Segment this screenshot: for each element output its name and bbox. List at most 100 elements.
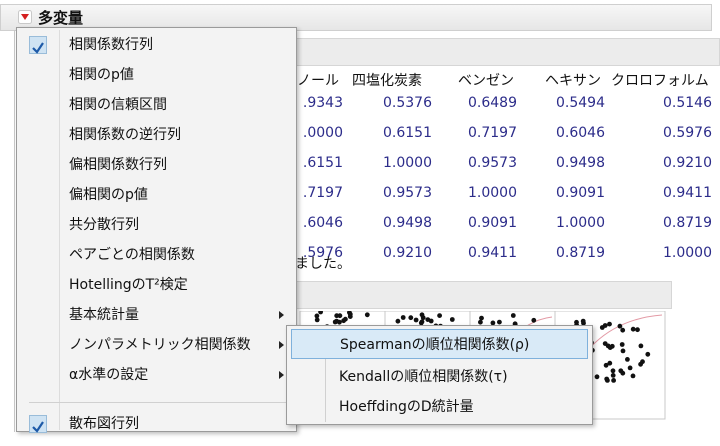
menu-item[interactable]: 基本統計量 [17,300,296,330]
menu-item-label: α水準の設定 [69,367,149,383]
table-cell: 0.9411 [663,185,712,201]
table-cell: 0.6046 [556,125,605,141]
menu-item-label: 相関係数の逆行列 [69,127,181,143]
table-cell: 0.9091 [468,215,517,231]
menu-item[interactable]: HotellingのT²検定 [17,270,296,300]
scatter-point [449,317,455,322]
scatterplot-matrix-header [290,281,672,309]
menu-item-label: HotellingのT²検定 [69,277,188,293]
scatter-point [635,327,640,333]
column-header: ノール [297,73,339,89]
context-menu: 相関係数行列 相関のp値相関の信頼区間相関係数の逆行列 偏相関係数行列 偏相関のp値共… [16,27,297,433]
scatter-point [531,317,537,323]
table-cell: 0.6489 [468,95,517,111]
menu-item[interactable]: 相関のp値 [17,60,296,90]
scatter-point [638,343,644,349]
table-cell: 0.6151 [383,125,432,141]
table-cell: 0.5376 [383,95,432,111]
menu-separator [29,402,297,403]
table-cell: 0.8719 [663,215,712,231]
table-cell: 0.9573 [468,155,517,171]
submenu-item[interactable]: Kendallの順位相関係数(τ) [291,362,588,392]
submenu-item-label: Spearmanの順位相関係数(ρ) [340,337,530,353]
scatter-point [395,318,401,324]
scatter-point [611,378,616,383]
menu-item[interactable]: α水準の設定 [17,360,296,390]
scatter-point [580,318,586,324]
table-cell: 0.9091 [556,185,605,201]
table-cell: 0.9498 [383,215,432,231]
scatter-point [479,315,484,321]
menu-item[interactable]: 散布図行列 [17,409,296,439]
scatter-point [627,365,633,371]
table-cell: 0.7197 [468,125,517,141]
scatter-point [607,360,613,366]
scatter-point [419,312,425,318]
menu-item-label: 基本統計量 [69,307,139,323]
scatter-point [607,321,612,327]
scatter-point [510,313,516,318]
submenu-item[interactable]: HoeffdingのD統計量 [291,392,588,422]
menu-item-label: ノンパラメトリック相関係数 [69,337,251,353]
scatter-point [334,313,340,319]
menu-item-label: ペアごとの相関係数 [69,247,195,263]
column-header: クロロフォルム [611,73,709,89]
scatter-point [602,341,608,346]
scatter-point [620,348,626,354]
scatter-point [318,311,323,315]
submenu-item-label: Kendallの順位相関係数(τ) [339,369,508,385]
menu-item[interactable]: 偏相関係数行列 [17,150,296,180]
menu-item[interactable]: ペアごとの相関係数 [17,240,296,270]
menu-item[interactable]: ノンパラメトリック相関係数 [17,330,296,360]
scatter-point [347,314,353,319]
scatter-point [400,315,406,320]
menu-item-label: 偏相関のp値 [69,187,148,203]
table-cell: 0.5976 [663,125,712,141]
table-cell: 0.9210 [663,155,712,171]
scatter-point [428,318,434,324]
scatter-point [605,378,610,383]
menu-item[interactable]: 相関の信頼区間 [17,90,296,120]
menu-item[interactable]: 偏相関のp値 [17,180,296,210]
menu-item-label: 偏相関係数行列 [69,157,167,173]
menu-item-label: 相関のp値 [69,67,134,83]
scatter-point [602,323,608,328]
table-cell: 0.9411 [468,245,517,261]
scatter-point [364,312,370,318]
scatter-point [478,319,483,325]
menu-item-label: 散布図行列 [69,416,139,432]
menu-item[interactable]: 相関係数の逆行列 [17,120,296,150]
scatter-point [314,317,320,323]
scatter-point [625,357,630,362]
column-header: ベンゼン [458,73,514,89]
submenu-item[interactable]: Spearmanの順位相関係数(ρ) [291,329,588,359]
scatter-point [437,313,442,318]
red-triangle-menu-icon[interactable] [18,10,32,24]
table-cell: 0.9210 [383,245,432,261]
scatter-point [341,318,346,324]
scatter-point [610,373,616,378]
column-header: 四塩化炭素 [352,73,422,89]
menu-item-label: 相関係数行列 [69,37,153,53]
table-cell: 0.9498 [556,155,605,171]
table-cell: 0.5146 [663,95,712,111]
scatter-point [413,317,419,323]
table-cell: 0.5494 [556,95,605,111]
scatter-point [630,326,636,332]
scatter-point [594,374,600,380]
scatter-point [619,342,625,347]
column-header: ヘキサン [545,73,601,89]
scatter-point [638,361,643,367]
menu-item[interactable]: 共分散行列 [17,210,296,240]
submenu-arrow-icon [279,341,284,349]
scatter-point [620,327,626,333]
checkmark-icon [29,415,47,433]
table-cell: 1.0000 [468,185,517,201]
scatter-point [497,319,502,325]
scatter-point [419,319,425,325]
scatter-point [645,351,651,357]
menu-item-label: 共分散行列 [69,217,139,233]
submenu-item-label: HoeffdingのD統計量 [339,399,474,415]
scatter-point [607,345,613,350]
menu-item[interactable]: 相関係数行列 [17,30,296,60]
